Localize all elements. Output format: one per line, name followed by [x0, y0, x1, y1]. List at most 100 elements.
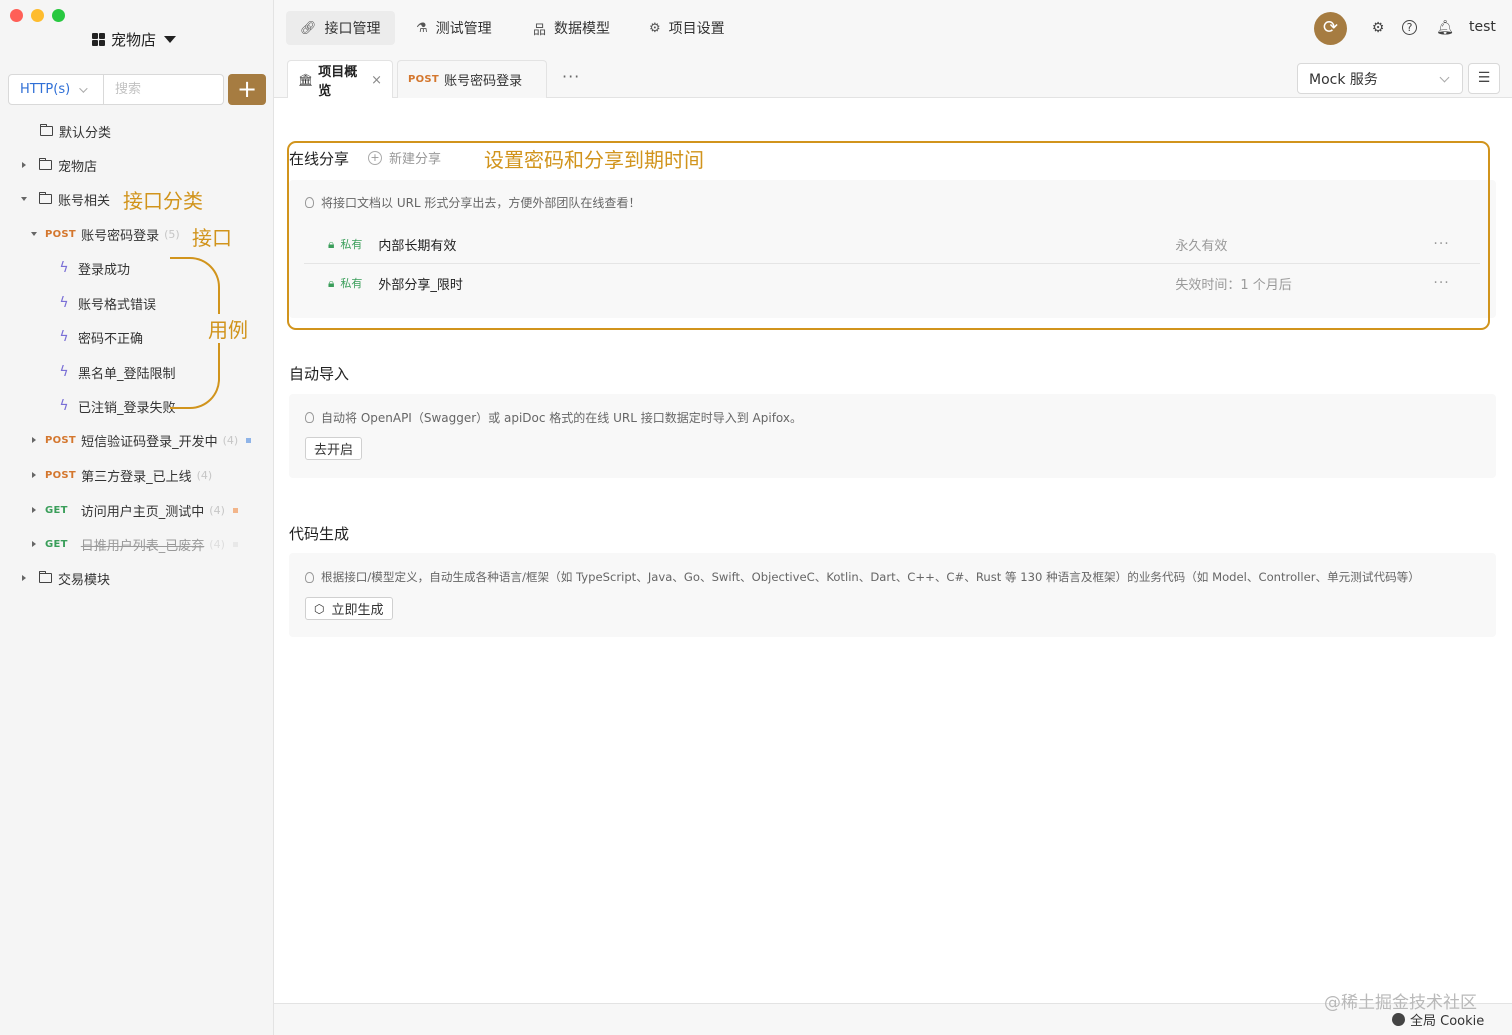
- tree-item-api[interactable]: POST 第三方登录_已上线 (4): [32, 462, 212, 488]
- case-label: 黑名单_登陆限制: [78, 366, 176, 382]
- tree-item-label: 访问用户主页_测试中: [80, 504, 205, 520]
- expand-arrow-icon[interactable]: [32, 472, 36, 478]
- mock-label: Mock 服务: [1309, 71, 1378, 88]
- search-input[interactable]: [104, 74, 224, 105]
- global-cookie-button[interactable]: 全局 Cookie: [1392, 1010, 1484, 1029]
- expand-arrow-icon[interactable]: [32, 541, 36, 547]
- bolt-icon: ϟ: [59, 364, 69, 380]
- expand-arrow-icon[interactable]: [32, 507, 36, 513]
- expand-arrow-icon[interactable]: [22, 162, 26, 168]
- folder-icon: [39, 158, 52, 170]
- tree-item-api[interactable]: GET 访问用户主页_测试中 (4): [32, 497, 238, 523]
- mock-service-select[interactable]: Mock 服务: [1297, 63, 1463, 94]
- flask-icon: ⚗: [416, 20, 428, 36]
- tree-item-label: 第三方登录_已上线: [81, 469, 192, 485]
- import-card: 自动将 OpenAPI（Swagger）或 apiDoc 格式的在线 URL 接…: [289, 394, 1496, 478]
- tab-login-api[interactable]: POST 账号密码登录: [397, 60, 547, 98]
- close-window-button[interactable]: [10, 9, 23, 22]
- status-dot: [232, 541, 238, 547]
- generate-code-button[interactable]: ⬡ 立即生成: [305, 597, 393, 620]
- user-name[interactable]: test: [1469, 19, 1496, 35]
- import-hint: 自动将 OpenAPI（Swagger）或 apiDoc 格式的在线 URL 接…: [305, 409, 802, 426]
- case-count: (4): [196, 468, 213, 482]
- enable-import-button[interactable]: 去开启: [305, 437, 363, 460]
- more-tabs-button[interactable]: ···: [562, 67, 580, 86]
- tree-item-login-api[interactable]: POST 账号密码登录 (5): [31, 221, 180, 247]
- tree-item-account[interactable]: 账号相关: [21, 186, 110, 212]
- button-label: 立即生成: [331, 603, 384, 618]
- tree-item-label: 短信验证码登录_开发中: [81, 434, 218, 450]
- case-count: (4): [209, 537, 225, 551]
- case-label: 已注销_登录失败: [78, 400, 176, 416]
- add-button[interactable]: +: [228, 74, 266, 105]
- search-row: HTTP(s) +: [8, 74, 266, 105]
- tree-item-label: 账号密码登录: [81, 228, 160, 244]
- codegen-hint: 根据接口/模型定义，自动生成各种语言/框架（如 TypeScript、Java、…: [305, 569, 1420, 585]
- tab-project-settings[interactable]: ⚙ 项目设置: [635, 11, 739, 45]
- tab-label: 数据模型: [554, 21, 611, 37]
- maximize-window-button[interactable]: [52, 9, 65, 22]
- minimize-window-button[interactable]: [31, 9, 44, 22]
- status-bar: @稀土掘金技术社区 全局 Cookie: [274, 993, 1512, 1035]
- codegen-card: 根据接口/模型定义，自动生成各种语言/框架（如 TypeScript、Java、…: [289, 553, 1496, 637]
- tree-item-case[interactable]: ϟ 登录成功: [58, 255, 130, 281]
- case-label: 登录成功: [78, 262, 131, 278]
- tree-item-case[interactable]: ϟ 黑名单_登陆限制: [58, 359, 176, 385]
- tree-item-default-category[interactable]: 默认分类: [40, 118, 111, 144]
- tree-item-trade[interactable]: 交易模块: [22, 565, 110, 591]
- tab-test-management[interactable]: ⚗ 测试管理: [402, 11, 506, 45]
- case-count: (4): [209, 503, 225, 517]
- protocol-select[interactable]: HTTP(s): [8, 74, 104, 105]
- expand-arrow-icon[interactable]: [22, 575, 26, 581]
- bell-icon[interactable]: 🔔︎: [1436, 19, 1454, 37]
- tab-label: 测试管理: [435, 21, 492, 37]
- case-count: (5): [164, 227, 180, 241]
- method-badge: POST: [45, 228, 77, 240]
- bolt-icon: ϟ: [59, 329, 69, 345]
- settings-icon[interactable]: ⚙: [1369, 19, 1387, 37]
- list-icon[interactable]: ☰: [1468, 63, 1500, 94]
- bolt-icon: ϟ: [59, 295, 69, 311]
- expand-arrow-icon[interactable]: [32, 437, 36, 443]
- tree-item-case[interactable]: ϟ 密码不正确: [58, 324, 143, 350]
- tab-label: 接口管理: [324, 21, 381, 37]
- method-badge: POST: [408, 74, 440, 85]
- collapse-arrow-icon[interactable]: [31, 232, 37, 236]
- chevron-down-icon: [79, 83, 88, 93]
- tab-project-overview[interactable]: 🏛︎ 项目概览 ×: [287, 60, 393, 99]
- tree-item-api[interactable]: GET 日推用户列表_已废弃 (4): [32, 531, 238, 557]
- tab-data-model[interactable]: 品 数据模型: [519, 11, 624, 45]
- case-label: 密码不正确: [78, 331, 144, 347]
- hint-text: 根据接口/模型定义，自动生成各种语言/框架（如 TypeScript、Java、…: [321, 570, 1420, 584]
- annotation-case: 用例: [206, 314, 250, 343]
- project-switcher[interactable]: 宠物店: [92, 29, 177, 50]
- annotation-box: [287, 141, 1490, 330]
- sync-button[interactable]: ⟳: [1314, 12, 1347, 45]
- codegen-title: 代码生成: [289, 525, 350, 543]
- help-icon[interactable]: ?: [1402, 20, 1417, 35]
- tree-item-case[interactable]: ϟ 账号格式错误: [58, 290, 156, 316]
- tree-item-label: 宠物店: [58, 159, 98, 175]
- method-badge: POST: [45, 469, 77, 481]
- tree-item-api[interactable]: POST 短信验证码登录_开发中 (4): [32, 427, 252, 453]
- status-dot: [246, 437, 252, 443]
- caret-down-icon: [164, 36, 177, 43]
- tree-item-petstore[interactable]: 宠物店: [22, 152, 97, 178]
- sidebar: 宠物店 HTTP(s) + 默认分类 宠物店 账号相关 POST 账号密码登录: [0, 0, 274, 1035]
- bolt-icon: ϟ: [59, 398, 69, 414]
- close-icon[interactable]: ×: [371, 73, 382, 88]
- cookie-icon: [1392, 1013, 1405, 1026]
- hint-text: 自动将 OpenAPI（Swagger）或 apiDoc 格式的在线 URL 接…: [321, 411, 803, 425]
- tab-api-management[interactable]: 🔗︎ 接口管理: [286, 11, 395, 45]
- main-content: 在线分享 + 新建分享 设置密码和分享到期时间 将接口文档以 URL 形式分享出…: [274, 98, 1512, 1003]
- document-tabs: 🏛︎ 项目概览 × POST 账号密码登录 ··· Mock 服务 ☰: [274, 58, 1512, 99]
- bolt-icon: ϟ: [59, 260, 69, 276]
- cookie-label: 全局 Cookie: [1410, 1014, 1485, 1029]
- gear-icon: ⚙: [649, 20, 661, 36]
- window-controls: [10, 9, 65, 22]
- link-icon: 🔗︎: [300, 20, 317, 36]
- method-badge: POST: [45, 434, 77, 446]
- tree-item-case[interactable]: ϟ 已注销_登录失败: [58, 393, 176, 419]
- tree-item-label: 日推用户列表_已废弃: [80, 538, 205, 554]
- collapse-arrow-icon[interactable]: [21, 197, 27, 201]
